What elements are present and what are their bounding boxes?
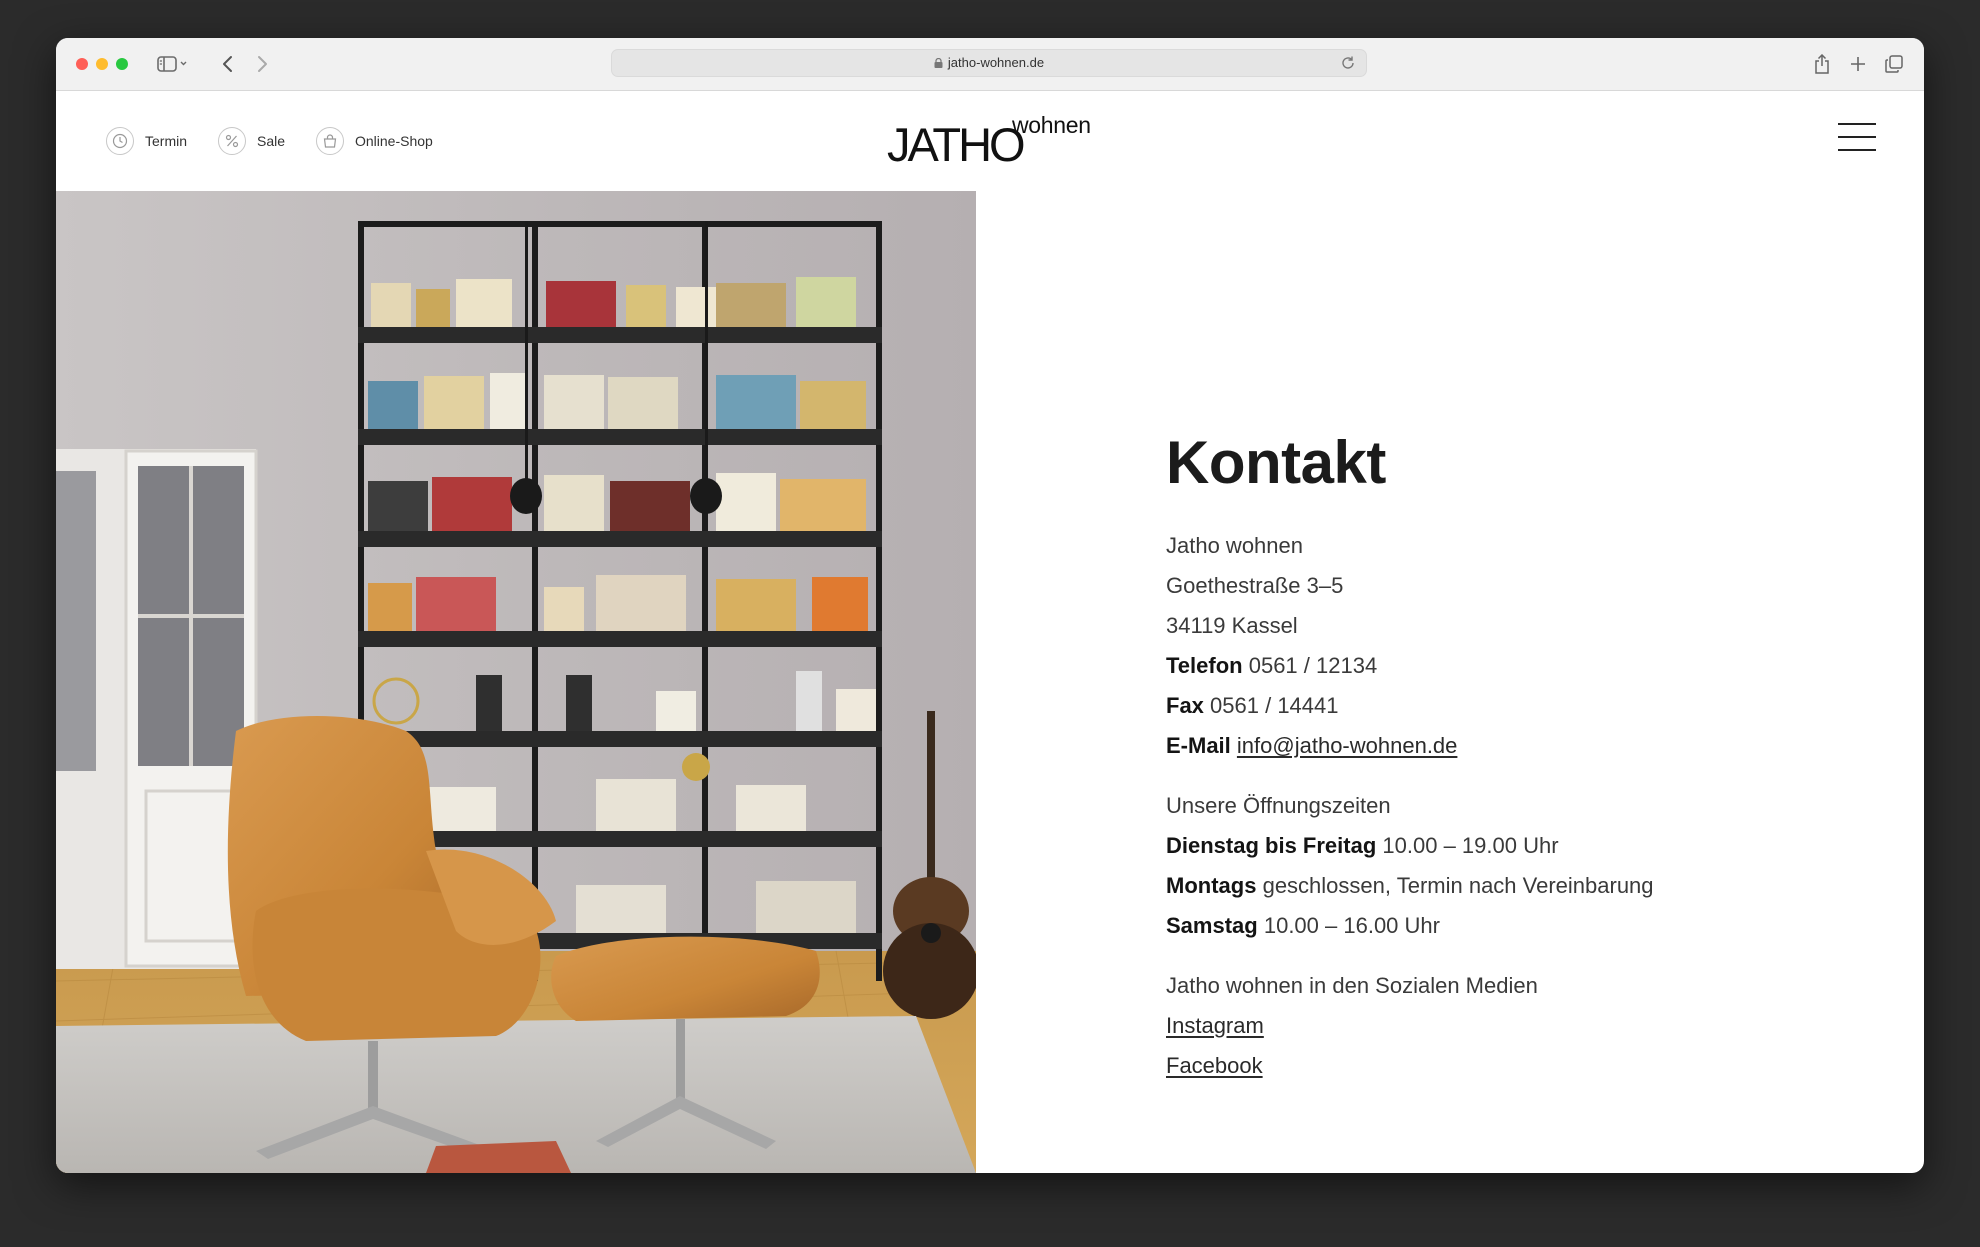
close-window-button[interactable] xyxy=(76,58,88,70)
contact-section: Kontakt Jatho wohnen Goethestraße 3–5 34… xyxy=(1166,430,1866,1086)
hours-time: 10.00 – 16.00 Uhr xyxy=(1263,913,1440,938)
shopping-bag-icon xyxy=(316,127,344,155)
fax-line: Fax 0561 / 14441 xyxy=(1166,686,1866,726)
social-heading: Jatho wohnen in den Sozialen Medien xyxy=(1166,973,1538,998)
browser-toolbar: jatho-wohnen.de xyxy=(56,38,1924,91)
hours-day: Dienstag bis Freitag xyxy=(1166,833,1377,858)
clock-icon xyxy=(106,127,134,155)
street-address: Goethestraße 3–5 xyxy=(1166,573,1344,598)
hero-photo xyxy=(56,191,976,1173)
nav-item-sale[interactable]: Sale xyxy=(218,125,285,157)
sidebar-icon xyxy=(157,56,187,72)
tab-overview-button[interactable] xyxy=(1880,50,1908,78)
interior-illustration xyxy=(56,191,976,1173)
hours-row: Dienstag bis Freitag 10.00 – 19.00 Uhr xyxy=(1166,826,1866,866)
hours-row: Samstag 10.00 – 16.00 Uhr xyxy=(1166,906,1866,946)
lock-icon xyxy=(934,58,943,68)
fax-label: Fax xyxy=(1166,693,1204,718)
facebook-link[interactable]: Facebook xyxy=(1166,1053,1263,1078)
phone-label: Telefon xyxy=(1166,653,1243,678)
back-button[interactable] xyxy=(214,50,242,78)
hours-heading: Unsere Öffnungszeiten xyxy=(1166,793,1391,818)
phone-line: Telefon 0561 / 12134 xyxy=(1166,646,1866,686)
fax-number: 0561 / 14441 xyxy=(1210,693,1339,718)
percent-icon xyxy=(218,127,246,155)
zoom-window-button[interactable] xyxy=(116,58,128,70)
phone-number: 0561 / 12134 xyxy=(1248,653,1378,678)
minimize-window-button[interactable] xyxy=(96,58,108,70)
chevron-right-icon xyxy=(258,56,267,72)
city-address: 34119 Kassel xyxy=(1166,613,1298,638)
email-line: E-Mail info@jatho-wohnen.de xyxy=(1166,726,1866,766)
forward-button[interactable] xyxy=(248,50,276,78)
page-title: Kontakt xyxy=(1166,429,1386,496)
company-name: Jatho wohnen xyxy=(1166,533,1303,558)
nav-item-online-shop[interactable]: Online-Shop xyxy=(316,125,433,157)
nav-label-sale: Sale xyxy=(257,133,286,149)
nav-label-online-shop: Online-Shop xyxy=(355,133,433,149)
hours-day: Samstag xyxy=(1166,913,1258,938)
hours-row: Montags geschlossen, Termin nach Vereinb… xyxy=(1166,866,1866,906)
reload-icon[interactable] xyxy=(1340,55,1356,71)
plus-icon xyxy=(1851,57,1865,71)
logo-sub: wohnen xyxy=(1012,112,1091,138)
hours-time: 10.00 – 19.00 Uhr xyxy=(1382,833,1559,858)
hamburger-icon xyxy=(1838,123,1876,125)
site-header: Termin Sale Online-Shop JATHO wohnen xyxy=(56,91,1924,191)
site-logo[interactable]: JATHO wohnen xyxy=(887,107,1097,171)
sidebar-toggle-button[interactable] xyxy=(152,50,192,78)
url-text: jatho-wohnen.de xyxy=(947,55,1045,70)
email-label: E-Mail xyxy=(1166,733,1231,758)
address-bar[interactable]: jatho-wohnen.de xyxy=(611,49,1367,77)
browser-window: jatho-wohnen.de Termin Sale Online-Shop … xyxy=(56,38,1924,1173)
new-tab-button[interactable] xyxy=(1844,50,1872,78)
share-button[interactable] xyxy=(1808,50,1836,78)
instagram-link[interactable]: Instagram xyxy=(1166,1013,1264,1038)
chevron-left-icon xyxy=(223,56,232,72)
logo-main: JATHO xyxy=(887,118,1026,171)
share-icon xyxy=(1815,54,1829,74)
menu-button[interactable] xyxy=(1838,123,1876,153)
tabs-icon xyxy=(1885,55,1903,73)
hours-time: geschlossen, Termin nach Vereinbarung xyxy=(1262,873,1654,898)
nav-item-termin[interactable]: Termin xyxy=(106,125,187,157)
hours-day: Montags xyxy=(1166,873,1257,898)
nav-label-termin: Termin xyxy=(145,133,188,149)
email-link[interactable]: info@jatho-wohnen.de xyxy=(1237,733,1457,758)
